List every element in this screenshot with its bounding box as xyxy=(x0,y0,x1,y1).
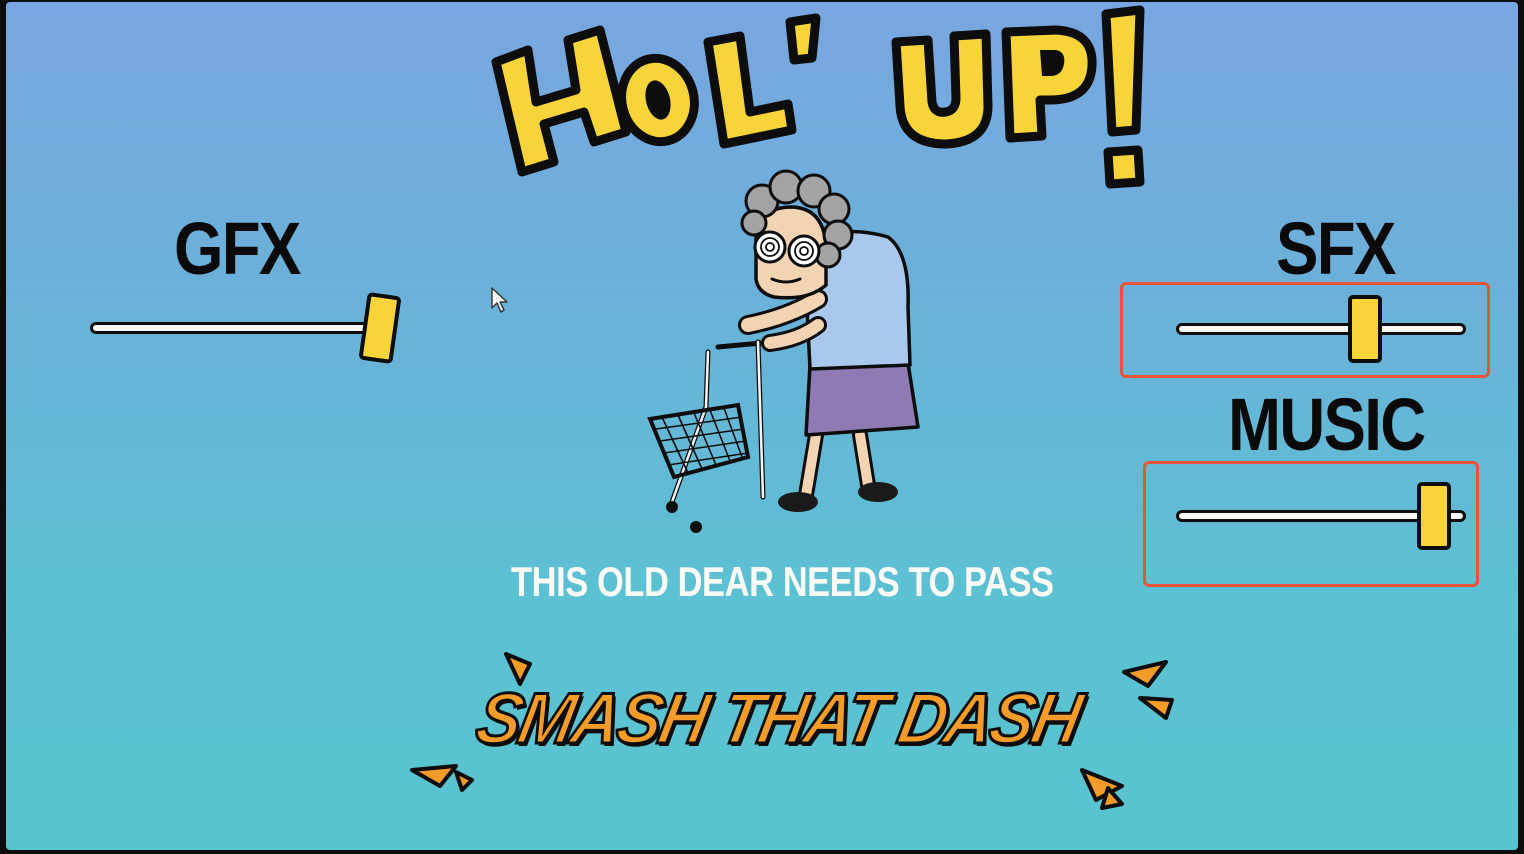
gfx-slider[interactable] xyxy=(90,291,402,365)
game-screen: GFX SFX MUSIC THIS OLD DEAR NEEDS TO PAS… xyxy=(6,2,1518,850)
music-slider-handle[interactable] xyxy=(1417,482,1452,550)
gfx-slider-track[interactable] xyxy=(90,322,380,334)
music-slider[interactable] xyxy=(1176,482,1466,550)
sfx-label: SFX xyxy=(1276,207,1396,290)
granny-character-illustration xyxy=(638,167,938,547)
smash-that-dash-button[interactable]: SMASH THAT DASH xyxy=(396,642,1196,822)
mouse-cursor-icon xyxy=(490,286,510,314)
sfx-slider-handle[interactable] xyxy=(1347,295,1382,363)
sfx-slider[interactable] xyxy=(1176,295,1466,363)
gfx-slider-handle[interactable] xyxy=(358,291,402,365)
music-label: MUSIC xyxy=(1228,383,1426,466)
gfx-label: GFX xyxy=(174,207,301,290)
subtitle-text: THIS OLD DEAR NEEDS TO PASS xyxy=(511,558,1054,605)
smash-button-label[interactable]: SMASH THAT DASH xyxy=(469,678,1088,761)
sfx-slider-track[interactable] xyxy=(1176,323,1466,335)
